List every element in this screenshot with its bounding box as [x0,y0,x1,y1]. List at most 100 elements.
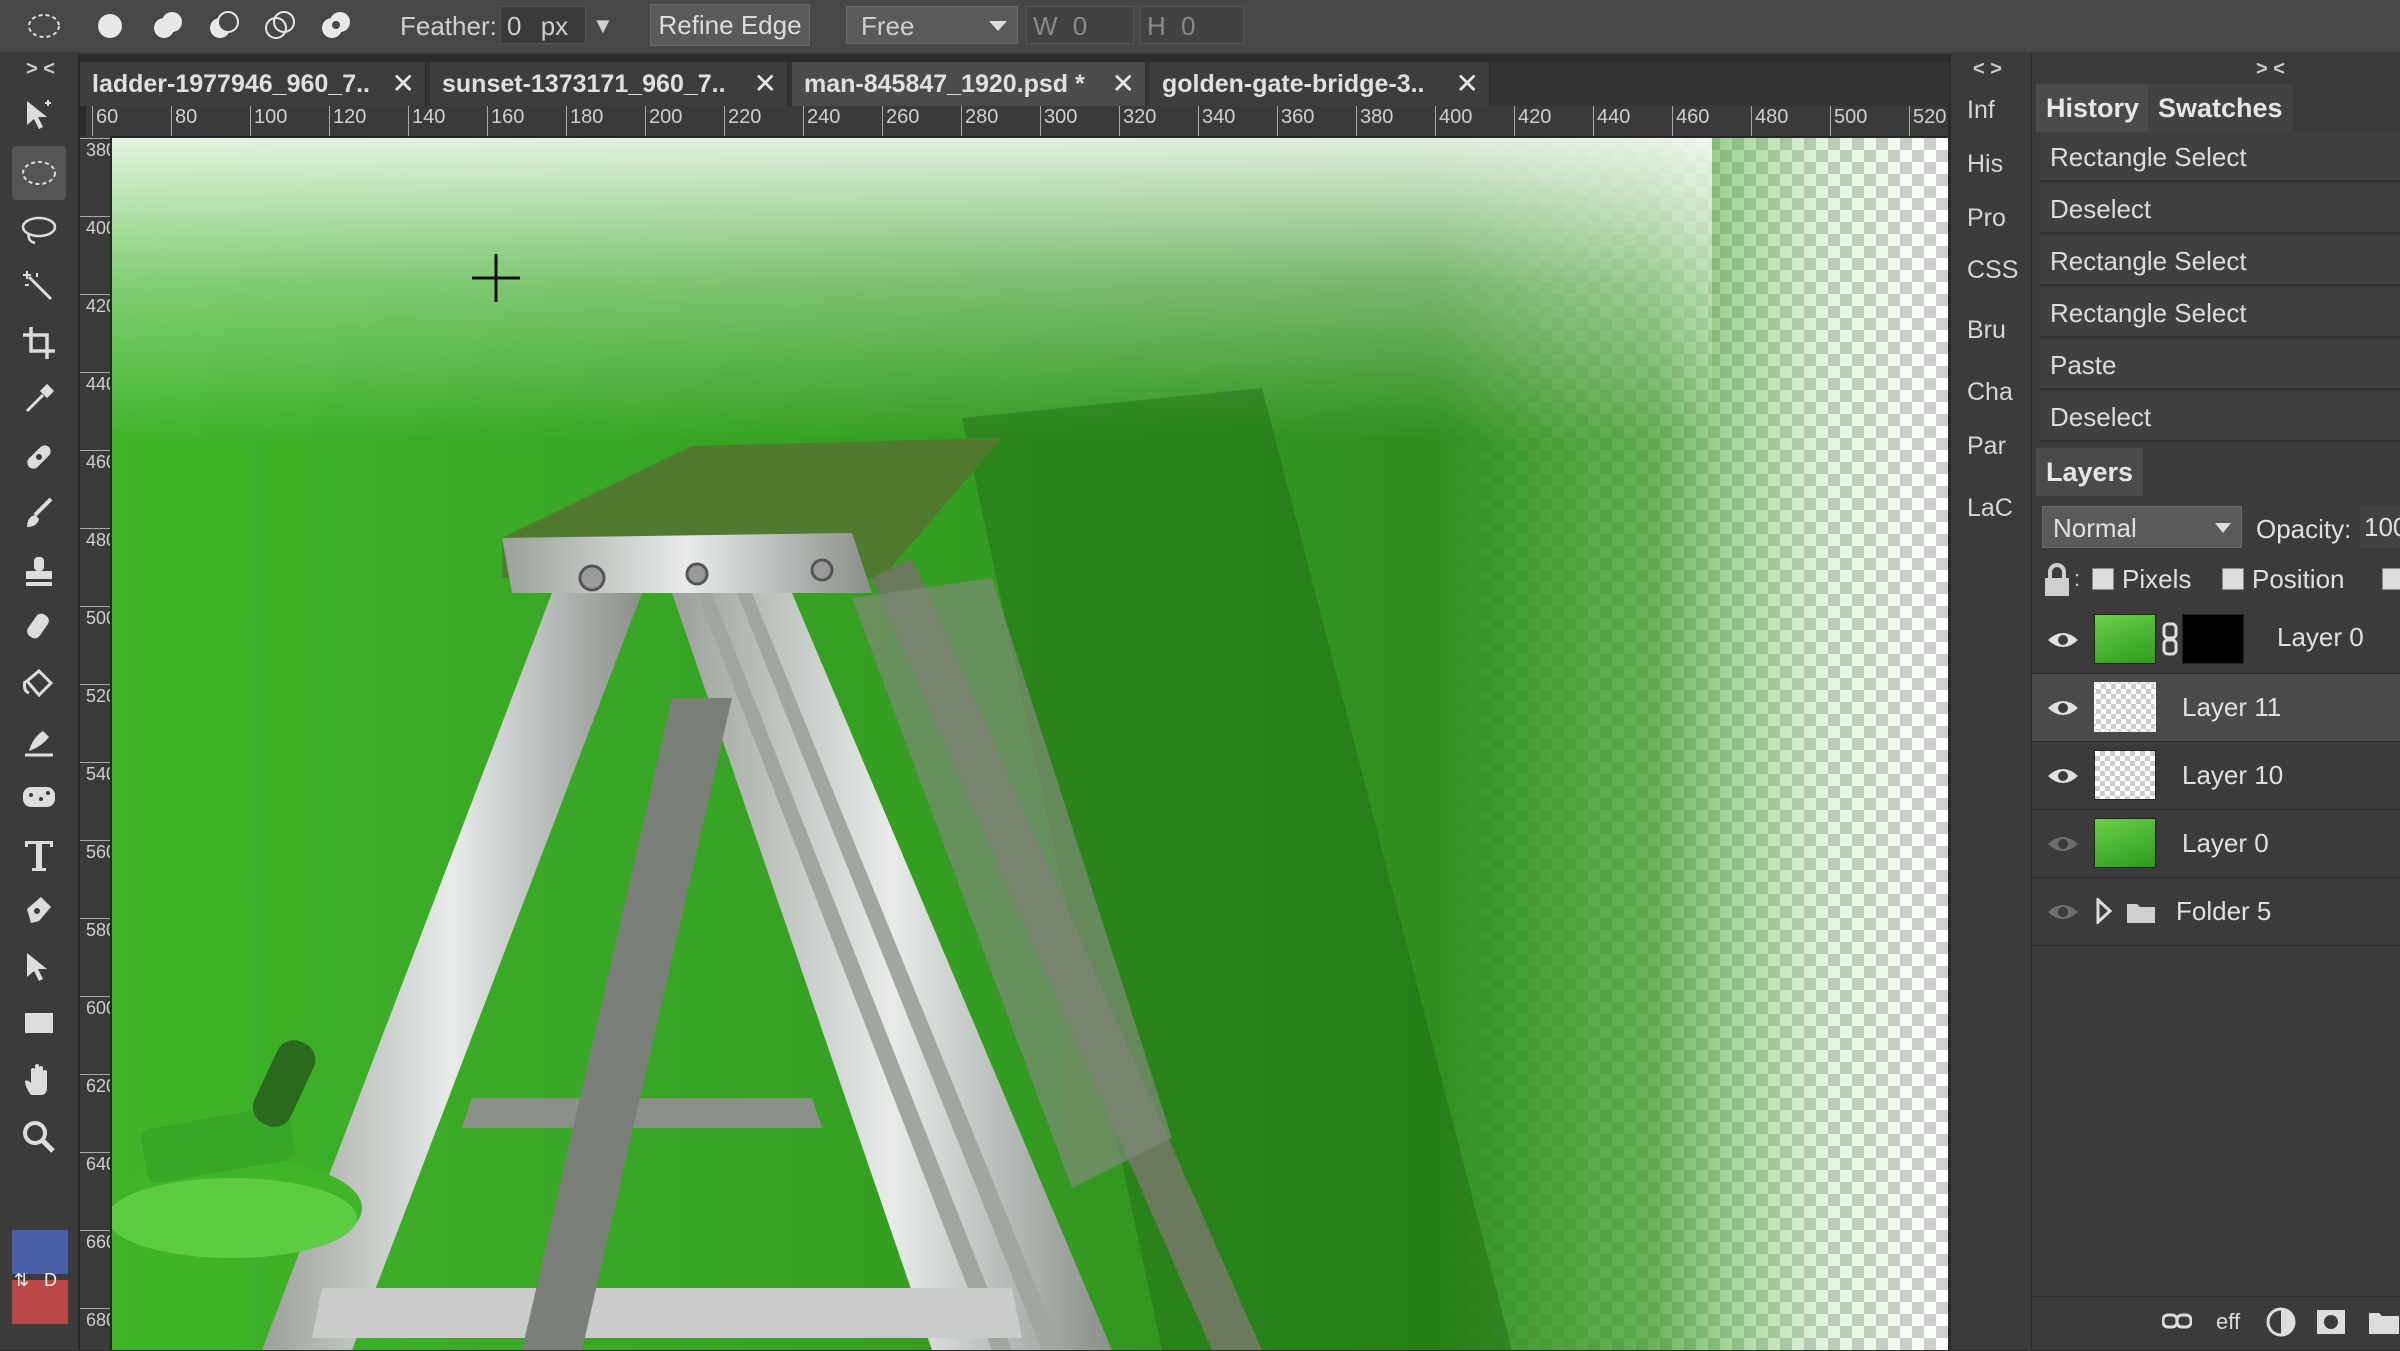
blend-mode-select[interactable]: Normal [2042,506,2242,548]
panel-brush-button[interactable]: Bru [1967,316,2006,345]
ruler-tick: 440 [80,372,110,394]
layers-panel-title[interactable]: Layers [2036,448,2144,496]
adjustment-layer-icon[interactable] [2266,1307,2296,1337]
bandage-icon [27,445,51,469]
add-mask-icon[interactable] [2316,1309,2346,1335]
document-canvas[interactable] [112,138,1948,1350]
eraser-tool[interactable] [12,600,66,654]
new-selection-icon[interactable] [92,8,128,44]
ruler-tick: 260 [881,106,920,136]
history-item[interactable]: Rectangle Select [2040,288,2400,338]
collapse-tools-toggle[interactable]: > < [26,58,55,81]
eye-icon[interactable] [2046,696,2080,720]
panel-character-button[interactable]: Cha [1967,378,2013,407]
ellipse-marquee-icon[interactable] [26,8,62,44]
refine-edge-button[interactable]: Refine Edge [650,4,810,46]
panel-paragraph-button[interactable]: Par [1967,432,2006,461]
eye-icon[interactable] [2046,900,2080,924]
panel-layer-comps-button[interactable]: LaC [1967,494,2013,523]
ruler-tick: 320 [1118,106,1157,136]
sponge-tool[interactable] [12,770,66,824]
eyedropper-tool[interactable] [12,372,66,426]
tab-ladder[interactable]: ladder-1977946_960_7.. ✕ [80,62,426,106]
opacity-label: Opacity: [2256,514,2352,544]
lock-all-checkbox[interactable] [2382,568,2400,590]
smudge-tool[interactable] [12,714,66,768]
effects-button[interactable]: eff [2216,1309,2240,1335]
close-icon[interactable]: ✕ [754,62,777,106]
history-item[interactable]: Paste [2040,340,2400,390]
height-field[interactable]: H 0 [1140,6,1244,44]
hand-tool[interactable] [12,1054,66,1108]
marquee-tool[interactable] [12,146,66,200]
healing-tool[interactable] [12,430,66,484]
expand-panels-toggle[interactable]: < > [1973,58,2002,81]
link-layers-icon[interactable] [2162,1311,2192,1331]
layer-name: Layer 10 [2182,760,2284,790]
opacity-input[interactable]: 100 [2360,506,2400,548]
layer-row-selected[interactable]: Layer 11 [2032,674,2400,742]
intersect-selection-icon[interactable] [262,8,298,44]
panel-info-button[interactable]: Inf [1967,96,1995,125]
lasso-tool[interactable] [12,204,66,258]
lock-pixels-checkbox[interactable] [2092,568,2114,590]
move-tool[interactable] [12,88,66,142]
default-colors-button[interactable]: D [44,1270,57,1291]
clone-stamp-tool[interactable] [12,544,66,598]
brush-tool[interactable] [12,486,66,540]
tab-swatches[interactable]: Swatches [2148,84,2293,132]
history-item[interactable]: Rectangle Select [2040,132,2400,182]
ruler-tick: 440 [1592,106,1631,136]
pen-tool[interactable] [12,884,66,938]
layer-row[interactable]: Layer 0 [2032,810,2400,878]
ruler-tick: 420 [80,294,110,316]
zoom-tool[interactable] [12,1110,66,1164]
close-icon[interactable]: ✕ [1112,62,1135,106]
foreground-color-swatch[interactable] [12,1230,68,1274]
layer-row[interactable]: Layer 10 [2032,742,2400,810]
feather-dropdown-icon[interactable]: ▼ [592,13,614,39]
new-folder-icon[interactable] [2368,1309,2400,1335]
crop-tool[interactable] [12,316,66,370]
feather-input[interactable]: 0 px [500,6,586,44]
eyedropper-icon [25,383,55,413]
ruler-tick: 540 [80,762,110,784]
ellipse-select-icon [22,161,56,185]
style-select[interactable]: Free [846,6,1018,44]
add-selection-icon[interactable] [150,8,186,44]
subtract-selection-icon[interactable] [206,8,242,44]
tab-man-psd[interactable]: man-845847_1920.psd * ✕ [792,62,1146,106]
history-item[interactable]: Rectangle Select [2040,236,2400,286]
eye-icon[interactable] [2046,832,2080,856]
panel-css-button[interactable]: CSS [1967,256,2018,285]
history-item[interactable]: Deselect [2040,392,2400,442]
tab-golden-gate[interactable]: golden-gate-bridge-3.. ✕ [1150,62,1490,106]
history-item[interactable]: Deselect [2040,184,2400,234]
close-icon[interactable]: ✕ [392,62,415,106]
close-icon[interactable]: ✕ [1456,62,1479,106]
shape-tool[interactable] [12,996,66,1050]
panel-history-button[interactable]: His [1967,150,2003,179]
eye-icon[interactable] [2046,764,2080,788]
path-selection-tool[interactable] [12,940,66,994]
bucket-tool[interactable] [12,656,66,710]
folder-row[interactable]: Folder 5 [2032,878,2400,946]
chain-link-icon[interactable] [2162,622,2178,656]
type-tool[interactable] [12,828,66,882]
panel-properties-button[interactable]: Pro [1967,204,2006,233]
layer-row[interactable]: Layer 0 [2032,606,2400,674]
eye-icon[interactable] [2046,628,2080,652]
width-field[interactable]: W 0 [1026,6,1134,44]
swap-colors-icon[interactable]: ⇅ [14,1270,29,1291]
magic-wand-tool[interactable] [12,260,66,314]
ruler-tick: 80 [170,106,198,136]
expand-triangle-icon[interactable] [2096,898,2112,924]
collapse-right-toggle[interactable]: > < [2256,58,2285,81]
exclude-selection-icon[interactable] [318,8,354,44]
tab-history[interactable]: History [2036,84,2150,132]
brush-icon [27,497,53,527]
ruler-tick: 500 [80,606,110,628]
lock-position-checkbox[interactable] [2222,568,2244,590]
layer-mask-thumbnail[interactable] [2182,614,2244,664]
tab-sunset[interactable]: sunset-1373171_960_7.. ✕ [430,62,788,106]
